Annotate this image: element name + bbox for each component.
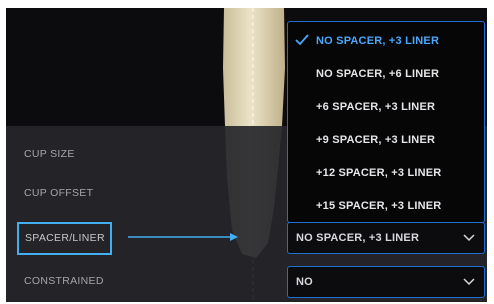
dropdown-option-label: NO SPACER, +6 LINER <box>316 68 440 80</box>
dropdown-option[interactable]: NO SPACER, +3 LINER <box>288 25 483 58</box>
dropdown-option-label: +6 SPACER, +3 LINER <box>316 101 436 113</box>
dropdown-option[interactable]: +12 SPACER, +3 LINER <box>288 157 483 190</box>
dropdown-option-label: +9 SPACER, +3 LINER <box>316 134 436 146</box>
chevron-down-icon[interactable] <box>463 234 475 242</box>
dropdown-option-label: +12 SPACER, +3 LINER <box>316 167 442 179</box>
dropdown-option[interactable]: +6 SPACER, +3 LINER <box>288 91 483 124</box>
dropdown-option-label: +15 SPACER, +3 LINER <box>316 200 442 212</box>
dropdown-option-label: NO SPACER, +3 LINER <box>316 35 440 47</box>
cup-offset-label: CUP OFFSET <box>24 187 94 199</box>
spacer-liner-select[interactable]: NO SPACER, +3 LINER <box>287 222 485 254</box>
spacer-liner-label: SPACER/LINER <box>17 222 112 255</box>
dropdown-option[interactable]: +15 SPACER, +3 LINER <box>288 190 483 223</box>
spacer-liner-value: NO SPACER, +3 LINER <box>296 232 420 244</box>
constrained-label: CONSTRAINED <box>24 275 104 287</box>
dropdown-option[interactable]: +9 SPACER, +3 LINER <box>288 124 483 157</box>
implant-planning-view: CUP SIZE CUP OFFSET SPACER/LINER CONSTRA… <box>6 8 487 302</box>
arrow-right-icon <box>128 233 238 241</box>
spacer-liner-dropdown: NO SPACER, +3 LINER NO SPACER, +6 LINER … <box>287 21 485 223</box>
constrained-select[interactable]: NO <box>287 266 485 298</box>
chevron-down-icon[interactable] <box>463 278 475 286</box>
checkmark-icon <box>295 34 309 46</box>
constrained-value: NO <box>296 276 313 288</box>
cup-size-label: CUP SIZE <box>24 148 75 160</box>
dropdown-option[interactable]: NO SPACER, +6 LINER <box>288 58 483 91</box>
